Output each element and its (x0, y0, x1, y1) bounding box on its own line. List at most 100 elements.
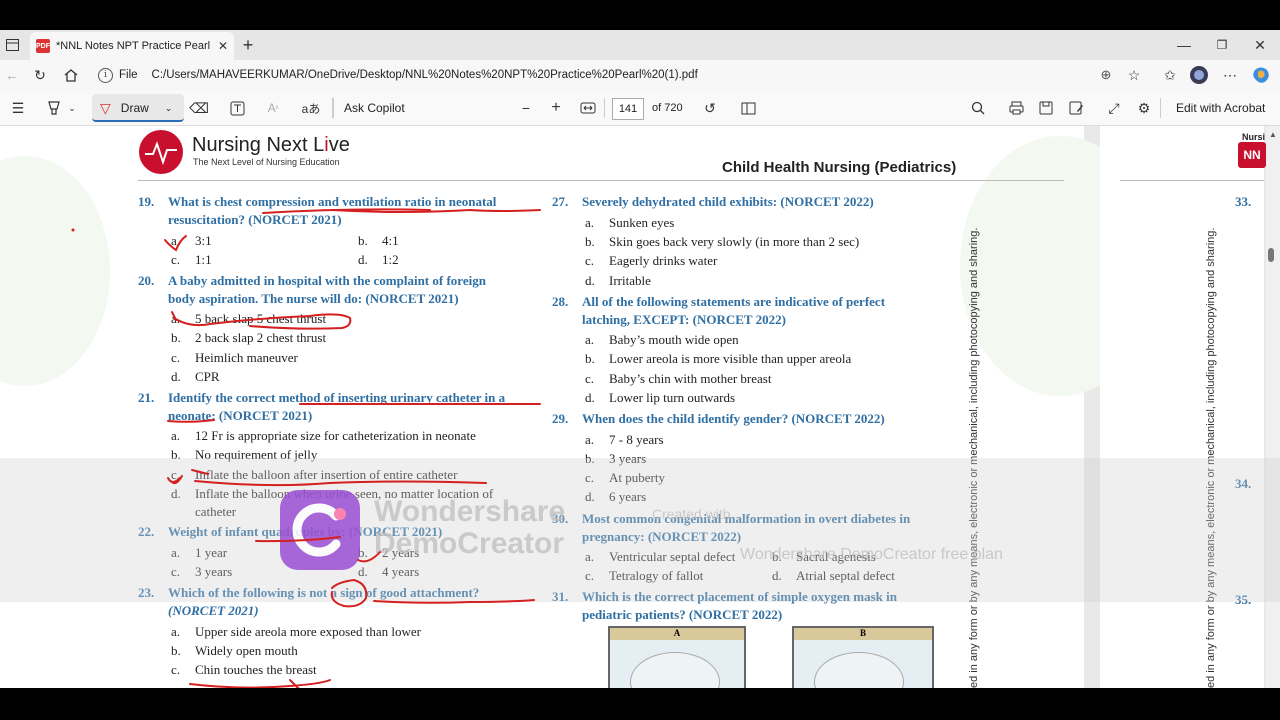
question-text: body aspiration. The nurse will do: (NOR… (168, 291, 459, 306)
option: a. 12 Fr is appropriate size for catheter… (171, 428, 476, 443)
question-text: latching, EXCEPT: (NORCET 2022) (582, 312, 786, 327)
question-text: Severely dehydrated child exhibits: (NOR… (582, 194, 874, 209)
nnl-logo-icon (139, 130, 183, 174)
fit-width-icon[interactable] (578, 98, 598, 118)
watermark-line1: Wondershare (374, 495, 566, 528)
table-of-contents-icon[interactable]: ☰ (8, 98, 28, 118)
option: a. 5 back slap 5 chest thrust (171, 311, 327, 326)
zoom-icon[interactable]: ⊕ (1096, 64, 1116, 86)
page-view-icon[interactable] (738, 98, 758, 118)
toolbar-divider (1160, 98, 1161, 118)
add-text-icon[interactable] (226, 98, 248, 118)
eraser-icon[interactable]: ⌫ (188, 98, 210, 118)
translate-icon[interactable]: aあ (298, 98, 324, 118)
read-aloud-icon[interactable]: Aᵃ (262, 98, 284, 118)
scroll-up-icon[interactable]: ▲ (1269, 130, 1277, 139)
option: a. 7 - 8 years (585, 432, 664, 447)
watermark-line2: DemoCreator (374, 527, 565, 560)
question-number: 27. (552, 194, 569, 209)
screen-bottom-border (0, 688, 1280, 720)
option: b. 2 back slap 2 chest thrust (171, 330, 327, 345)
figure-label: B (794, 628, 932, 640)
refresh-icon[interactable]: ↻ (30, 64, 50, 86)
pdf-viewer[interactable]: Nursing Next Live The Next Level of Nurs… (0, 126, 1280, 688)
option: b. Skin goes back very slowly (in more th… (585, 234, 860, 249)
page-number-input[interactable]: 141 (612, 98, 644, 120)
pdf-file-icon: PDF (36, 39, 50, 53)
scrollbar-thumb[interactable] (1268, 248, 1274, 262)
question-29: 29. When does the child identify gender?… (552, 410, 952, 428)
option: b. Lower areola is more visible than uppe… (585, 351, 852, 366)
toolbar-divider (604, 98, 605, 118)
page-total: of 720 (652, 90, 683, 126)
header-rule (1120, 180, 1264, 181)
tab-actions-icon[interactable] (4, 36, 20, 54)
page-total-label: of 720 (652, 102, 683, 114)
more-options-icon[interactable]: ⋯ (1220, 64, 1240, 86)
question-text: pediatric patients? (NORCET 2022) (582, 607, 783, 622)
question-number: 29. (552, 411, 569, 426)
rotate-icon[interactable]: ↺ (700, 98, 720, 118)
close-tab-icon[interactable]: ✕ (218, 39, 228, 53)
question-number: 20. (138, 273, 155, 288)
zoom-out-icon[interactable]: − (516, 98, 536, 118)
edit-acrobat-label: Edit with Acrobat (1176, 101, 1266, 115)
figure-a: A (608, 626, 746, 688)
figure-mask-illustration (814, 652, 904, 688)
option: b. 4:1 (358, 233, 399, 248)
option: b. Widely open mouth (171, 643, 298, 658)
vertical-scrollbar[interactable]: ▲ (1266, 126, 1280, 688)
option: c. Eagerly drinks water (585, 253, 718, 268)
back-icon[interactable]: ← (2, 64, 22, 86)
watermark-free-plan: Wondershare DemoCreator free plan (740, 546, 1003, 563)
favorite-star-icon[interactable]: ☆ (1124, 64, 1144, 86)
toolbar-divider (332, 98, 334, 118)
question-number: 33. (1235, 194, 1252, 209)
print-icon[interactable] (1006, 98, 1026, 118)
home-icon[interactable] (60, 64, 82, 86)
fullscreen-icon[interactable]: ⤢ (1104, 98, 1124, 118)
profile-avatar-icon[interactable] (1188, 65, 1210, 85)
copilot-icon[interactable] (1250, 65, 1272, 85)
settings-gear-icon[interactable]: ⚙ (1134, 98, 1154, 118)
question-number: 21. (138, 390, 155, 405)
pdf-toolbar: ☰ ⌄ ▽ Draw ⌄ ⌫ Aᵃ aあ Ask Copilot − + 141… (0, 90, 1280, 126)
file-label: File (119, 69, 138, 81)
edit-with-acrobat-button[interactable]: Edit with Acrobat (1176, 90, 1265, 126)
ask-copilot-button[interactable]: Ask Copilot (344, 90, 405, 126)
figure-b: B (792, 626, 934, 688)
draw-label: Draw (120, 101, 149, 115)
option: c. Chin touches the breast (171, 662, 317, 677)
pdf-page: Nursing Next Live The Next Level of Nurs… (0, 126, 1160, 688)
next-pdf-page: Nursi NN 33. 34. 35. ed in any form or b… (1100, 126, 1266, 688)
tab-pdf-document[interactable]: PDF *NNL Notes NPT Practice Pearl (1 ✕ (30, 32, 234, 60)
brand-name: Nursing Next Live (192, 134, 350, 157)
question-text: neonate: (NORCET 2021) (168, 408, 313, 423)
option: c. Heimlich maneuver (171, 350, 298, 365)
pen-icon: ▽ (100, 99, 111, 116)
screen-top-border (0, 0, 1280, 30)
new-tab-icon[interactable]: + (238, 34, 258, 56)
question-28: 28. All of the following statements are … (552, 293, 952, 329)
info-icon[interactable]: i (98, 67, 113, 83)
option: a. Sunken eyes (585, 215, 675, 230)
draw-group: ▽ Draw ⌄ (100, 90, 172, 126)
option: d. CPR (171, 369, 220, 384)
option: d. Irritable (585, 273, 651, 288)
figure-label: A (610, 628, 744, 640)
maximize-icon[interactable]: ❐ (1212, 34, 1232, 56)
question-20: 20. A baby admitted in hospital with the… (138, 272, 548, 308)
zoom-in-icon[interactable]: + (546, 98, 566, 118)
next-page-logo: NN (1238, 142, 1266, 168)
chevron-down-icon[interactable]: ⌄ (165, 103, 173, 114)
highlight-icon[interactable]: ⌄ (42, 98, 80, 118)
watermark-created-with: Created with (652, 506, 731, 522)
save-as-icon[interactable] (1066, 98, 1086, 118)
address-field[interactable]: i File C:/Users/MAHAVEERKUMAR/OneDrive/D… (92, 63, 1152, 87)
favorites-icon[interactable]: ✩ (1160, 64, 1180, 86)
minimize-icon[interactable]: — (1174, 34, 1194, 56)
search-icon[interactable] (968, 98, 988, 118)
close-window-icon[interactable]: ✕ (1250, 34, 1270, 56)
question-text: Identify the correct method of inserting… (168, 390, 506, 405)
save-icon[interactable] (1036, 98, 1056, 118)
